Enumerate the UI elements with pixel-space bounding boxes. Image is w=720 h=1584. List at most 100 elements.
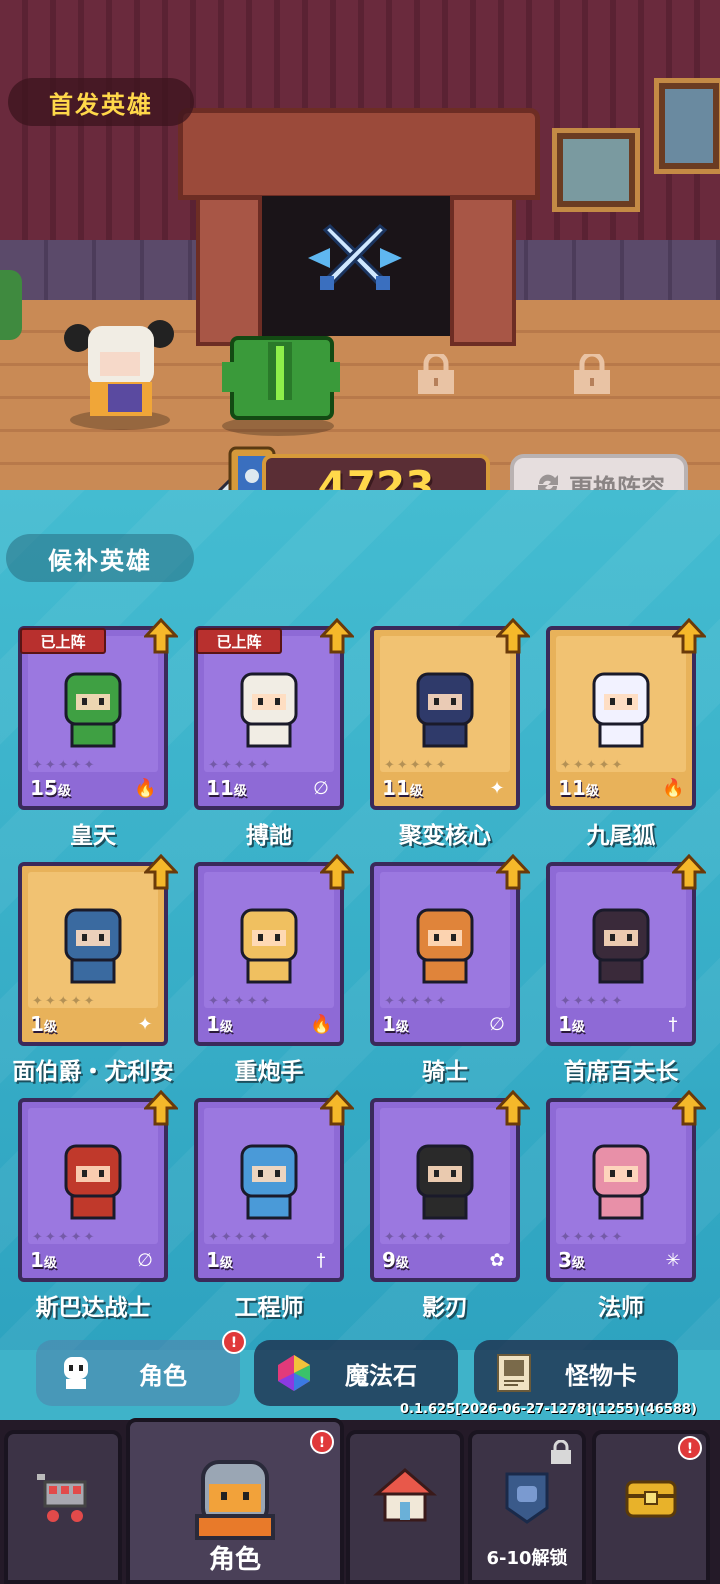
hero-name: 聚变核心 xyxy=(399,823,491,849)
hero-level: 3级 xyxy=(558,1248,585,1272)
hero-sprite[interactable] xyxy=(214,318,344,438)
version-text: 0.1.625[2026-06-27-1278](1255)(46588) xyxy=(400,1402,697,1417)
starter-heroes-title: 首发英雄 xyxy=(8,78,194,126)
hero-name: 九尾狐 xyxy=(586,823,656,849)
nav-shop[interactable] xyxy=(4,1430,122,1584)
hero-level: 11级 xyxy=(206,776,247,800)
hero-card[interactable]: ✦✦✦✦✦ 15级 🔥 已上阵 xyxy=(18,618,178,810)
upgrade-arrow-icon[interactable] xyxy=(672,854,706,890)
upgrade-arrow-icon[interactable] xyxy=(320,854,354,890)
upgrade-arrow-icon[interactable] xyxy=(144,854,178,890)
magic-stone-icon xyxy=(278,1355,310,1391)
hero-portrait xyxy=(240,1144,298,1220)
hero-sprite[interactable] xyxy=(60,312,180,432)
lock-icon[interactable] xyxy=(414,354,458,394)
hero-portrait xyxy=(64,1144,122,1220)
star-rating: ✦✦✦✦✦ xyxy=(560,758,625,773)
hero-card[interactable]: ✦✦✦✦✦ 11级 ✦ xyxy=(370,618,530,810)
hero-portrait xyxy=(240,672,298,748)
notification-badge: ! xyxy=(678,1436,702,1460)
hero-name: 骑士 xyxy=(422,1059,468,1085)
hero-name: 搏訑 xyxy=(246,823,292,849)
star-rating: ✦✦✦✦✦ xyxy=(560,1230,625,1245)
nav-home[interactable] xyxy=(346,1430,464,1584)
notification-badge: ! xyxy=(222,1330,246,1354)
upgrade-arrow-icon[interactable] xyxy=(320,618,354,654)
hero-card[interactable]: ✦✦✦✦✦ 1级 † xyxy=(194,1090,354,1282)
star-rating: ✦✦✦✦✦ xyxy=(208,758,273,773)
star-rating: ✦✦✦✦✦ xyxy=(208,994,273,1009)
hero-card[interactable]: ✦✦✦✦✦ 11级 ∅ 已上阵 xyxy=(194,618,354,810)
upgrade-arrow-icon[interactable] xyxy=(496,854,530,890)
sword-element-icon: † xyxy=(668,1014,678,1035)
void-element-icon: ∅ xyxy=(313,778,329,799)
upgrade-arrow-icon[interactable] xyxy=(672,618,706,654)
upgrade-arrow-icon[interactable] xyxy=(496,618,530,654)
lock-icon[interactable] xyxy=(570,354,614,394)
plant-decoration xyxy=(0,270,22,340)
hero-portrait xyxy=(592,672,650,748)
hero-portrait xyxy=(416,672,474,748)
hero-card[interactable]: ✦✦✦✦✦ 1级 ✦ xyxy=(18,854,178,1046)
hero-portrait xyxy=(592,1144,650,1220)
hero-card[interactable]: ✦✦✦✦✦ 11级 🔥 xyxy=(546,618,706,810)
hero-level: 1级 xyxy=(206,1012,233,1036)
hero-level: 1级 xyxy=(382,1012,409,1036)
monster-card-icon xyxy=(497,1354,531,1392)
star-rating: ✦✦✦✦✦ xyxy=(560,994,625,1009)
hero-card[interactable]: ✦✦✦✦✦ 1级 † xyxy=(546,854,706,1046)
deployed-badge: 已上阵 xyxy=(196,628,282,654)
upgrade-arrow-icon[interactable] xyxy=(496,1090,530,1126)
subtab-magic-stone[interactable]: 魔法石 xyxy=(254,1340,458,1406)
subtab-role[interactable]: 角色 xyxy=(36,1340,240,1406)
hero-name: 影刃 xyxy=(422,1295,468,1321)
hero-card[interactable]: ✦✦✦✦✦ 3级 ✳ xyxy=(546,1090,706,1282)
hero-portrait xyxy=(64,672,122,748)
arena-gate-top xyxy=(178,108,540,200)
star-rating: ✦✦✦✦✦ xyxy=(384,758,449,773)
hero-name: 法师 xyxy=(598,1295,644,1321)
subtab-magic-stone-label: 魔法石 xyxy=(345,1361,417,1390)
subtab-role-label: 角色 xyxy=(139,1361,187,1390)
hero-card[interactable]: ✦✦✦✦✦ 9级 ✿ xyxy=(370,1090,530,1282)
hero-card[interactable]: ✦✦✦✦✦ 1级 ∅ xyxy=(370,854,530,1046)
fire-element-icon: 🔥 xyxy=(662,778,685,799)
hero-level: 11级 xyxy=(382,776,423,800)
bench-heroes-title: 候补英雄 xyxy=(6,534,194,582)
hero-name: 面伯爵・尤利安 xyxy=(12,1059,174,1085)
upgrade-arrow-icon[interactable] xyxy=(144,1090,178,1126)
guild-banner-icon xyxy=(505,1472,549,1524)
hero-portrait xyxy=(416,908,474,984)
hero-portrait xyxy=(416,1144,474,1220)
star-rating: ✦✦✦✦✦ xyxy=(32,994,97,1009)
hero-name: 皇天 xyxy=(70,823,116,849)
upgrade-arrow-icon[interactable] xyxy=(144,618,178,654)
fire-element-icon: 🔥 xyxy=(134,778,157,799)
crossed-swords-icon[interactable] xyxy=(300,218,410,298)
star-rating: ✦✦✦✦✦ xyxy=(32,758,97,773)
knight-helmet-icon xyxy=(195,1460,275,1540)
nav-guild[interactable]: 6-10解锁 xyxy=(468,1430,586,1584)
poison-element-icon: ✿ xyxy=(489,1250,505,1271)
portrait-frame xyxy=(552,128,640,212)
upgrade-arrow-icon[interactable] xyxy=(320,1090,354,1126)
hero-portrait xyxy=(240,908,298,984)
star-rating: ✦✦✦✦✦ xyxy=(384,994,449,1009)
subtab-monster-card[interactable]: 怪物卡 xyxy=(474,1340,678,1406)
nav-guild-label: 6-10解锁 xyxy=(486,1548,568,1569)
ghost-icon xyxy=(64,1357,88,1389)
hero-level: 1级 xyxy=(30,1248,57,1272)
upgrade-arrow-icon[interactable] xyxy=(672,1090,706,1126)
hero-level: 1级 xyxy=(30,1012,57,1036)
hero-portrait xyxy=(592,908,650,984)
hero-card[interactable]: ✦✦✦✦✦ 1级 🔥 xyxy=(194,854,354,1046)
frost-element-icon: ✳ xyxy=(665,1250,681,1271)
hero-card[interactable]: ✦✦✦✦✦ 1级 ∅ xyxy=(18,1090,178,1282)
hero-name: 工程师 xyxy=(234,1295,304,1321)
lock-icon xyxy=(551,1440,571,1464)
notification-badge: ! xyxy=(310,1430,334,1454)
subtab-monster-card-label: 怪物卡 xyxy=(565,1361,637,1390)
hero-level: 1级 xyxy=(558,1012,585,1036)
star-rating: ✦✦✦✦✦ xyxy=(384,1230,449,1245)
hero-name: 重炮手 xyxy=(234,1059,304,1085)
